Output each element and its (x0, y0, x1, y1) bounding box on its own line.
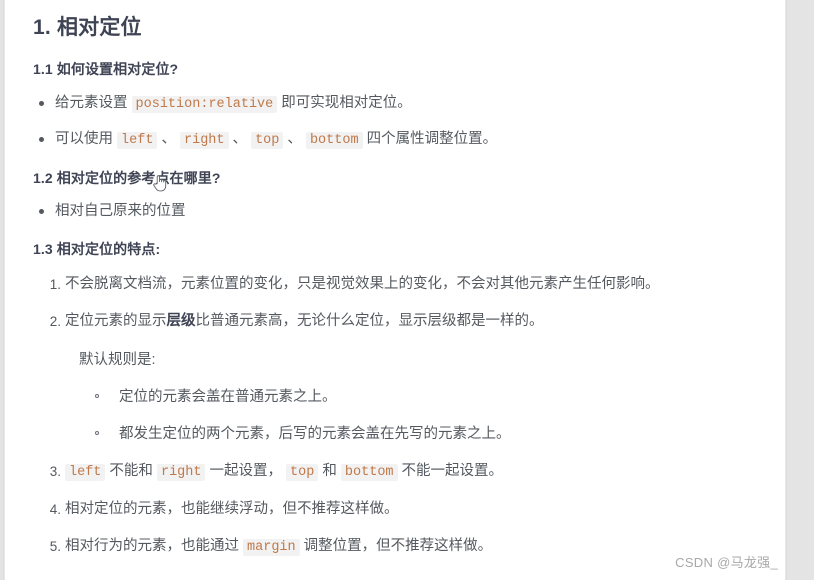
nested-list: 定位的元素会盖在普通元素之上。 都发生定位的两个元素，后写的元素会盖在先写的元素… (79, 387, 763, 445)
text-fragment: 即可实现相对定位。 (277, 95, 412, 111)
text-fragment: 调整位置，但不推荐这样做。 (299, 538, 493, 554)
list-item: 给元素设置 position:relative 即可实现相对定位。 (33, 93, 763, 115)
inline-code: right (180, 132, 229, 149)
text-fragment: 可以使用 (55, 131, 118, 147)
text-fragment: 、 (283, 131, 306, 147)
list-item: 可以使用 left 、 right 、 top 、 bottom 四个属性调整位… (33, 129, 763, 151)
text-fragment: 给元素设置 (55, 95, 132, 111)
inline-code: top (251, 132, 284, 149)
left-gutter (0, 0, 4, 580)
list-item: 都发生定位的两个元素，后写的元素会盖在先写的元素之上。 (79, 424, 763, 445)
inline-code: top (286, 464, 319, 481)
inline-code: bottom (340, 464, 398, 481)
text-fragment: 不能和 (105, 463, 157, 479)
list-item: 相对自己原来的位置 (33, 201, 763, 222)
article-content: 1. 相对定位 1.1 如何设置相对定位? 给元素设置 position:rel… (5, 0, 785, 580)
inline-code: left (65, 464, 106, 481)
inline-code: bottom (305, 132, 363, 149)
text-fragment: 相对自己原来的位置 (55, 203, 186, 219)
inline-code: margin (243, 539, 300, 556)
page-root: 1. 相对定位 1.1 如何设置相对定位? 给元素设置 position:rel… (0, 0, 814, 580)
text-fragment: 比普通元素高，无论什么定位，显示层级都是一样的。 (195, 313, 544, 329)
text-fragment: 、 (157, 131, 180, 147)
section-heading-1-2: 1.2 相对定位的参考点在哪里? (33, 170, 221, 186)
emphasis-text: 层级 (166, 313, 196, 329)
text-fragment: 不会脱离文档流，元素位置的变化，只是视觉效果上的变化，不会对其他元素产生任何影响… (65, 276, 660, 292)
list-item: 定位元素的显示层级比普通元素高，无论什么定位，显示层级都是一样的。 默认规则是:… (33, 311, 763, 445)
inline-code: left (117, 132, 158, 149)
inline-code: position:relative (131, 96, 278, 113)
text-fragment: 相对定位的元素，也能继续浮动，但不推荐这样做。 (65, 501, 399, 517)
list-section-1-2: 相对自己原来的位置 (33, 201, 763, 222)
list-item: 相对行为的元素，也能通过 margin 调整位置，但不推荐这样做。 (33, 536, 763, 558)
list-item: 不会脱离文档流，元素位置的变化，只是视觉效果上的变化，不会对其他元素产生任何影响… (33, 274, 763, 295)
page-title: 1. 相对定位 (33, 16, 142, 39)
right-gutter-scroll-area[interactable] (786, 0, 814, 580)
text-fragment: 相对行为的元素，也能通过 (65, 538, 244, 554)
inline-code: right (156, 464, 206, 481)
text-fragment: 定位元素的显示 (65, 313, 167, 329)
section-heading-1-3: 1.3 相对定位的特点: (33, 241, 161, 257)
text-fragment: 、 (228, 131, 252, 147)
list-section-1-1: 给元素设置 position:relative 即可实现相对定位。 可以使用 l… (33, 93, 763, 151)
text-fragment: 和 (318, 463, 341, 479)
text-fragment: 不能一起设置。 (397, 463, 504, 479)
list-item: 定位的元素会盖在普通元素之上。 (79, 387, 763, 408)
text-fragment: 一起设置， (205, 463, 287, 479)
list-section-1-3: 不会脱离文档流，元素位置的变化，只是视觉效果上的变化，不会对其他元素产生任何影响… (33, 274, 763, 558)
text-fragment: 四个属性调整位置。 (362, 131, 498, 147)
list-item: left 不能和 right 一起设置， top 和 bottom 不能一起设置… (33, 461, 763, 483)
nested-block: 默认规则是: 定位的元素会盖在普通元素之上。 都发生定位的两个元素，后写的元素会… (65, 350, 763, 445)
section-heading-1-1: 1.1 如何设置相对定位? (33, 61, 179, 77)
list-item: 相对定位的元素，也能继续浮动，但不推荐这样做。 (33, 499, 763, 520)
nested-label: 默认规则是: (79, 352, 156, 368)
